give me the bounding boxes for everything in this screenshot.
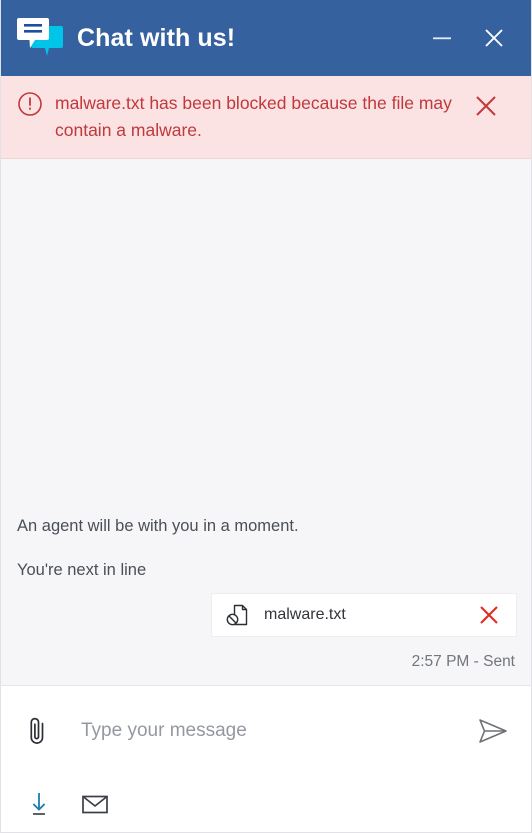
send-paper-plane-icon[interactable] xyxy=(471,709,515,753)
download-icon[interactable] xyxy=(19,785,59,823)
message-composer xyxy=(1,686,531,776)
window-header: Chat with us! xyxy=(1,0,531,76)
close-window-button[interactable] xyxy=(473,16,515,60)
chat-message-list: An agent will be with you in a moment. Y… xyxy=(1,159,531,686)
minimize-button[interactable] xyxy=(421,16,463,60)
chat-widget: Chat with us! malware.txt has been block… xyxy=(0,0,532,833)
message-input[interactable] xyxy=(57,709,471,753)
remove-attachment-button[interactable] xyxy=(476,602,502,628)
attachment-row: malware.txt xyxy=(17,593,517,637)
chat-bubbles-icon xyxy=(15,14,67,62)
queue-message: You're next in line xyxy=(17,561,147,579)
message-status: 2:57 PM - Sent xyxy=(411,653,515,670)
attachment-card[interactable]: malware.txt xyxy=(211,593,517,637)
attachment-file-name: malware.txt xyxy=(264,606,346,623)
email-envelope-icon[interactable] xyxy=(75,785,115,823)
blocked-file-icon xyxy=(224,602,250,628)
alert-close-button[interactable] xyxy=(471,91,501,121)
system-message: An agent will be with you in a moment. xyxy=(17,517,299,535)
paperclip-icon[interactable] xyxy=(17,709,57,753)
window-title: Chat with us! xyxy=(77,23,236,52)
error-circle-icon xyxy=(17,91,43,117)
chat-toolbar xyxy=(1,776,531,832)
alert-message: malware.txt has been blocked because the… xyxy=(55,93,452,140)
malware-alert-banner: malware.txt has been blocked because the… xyxy=(1,76,531,159)
